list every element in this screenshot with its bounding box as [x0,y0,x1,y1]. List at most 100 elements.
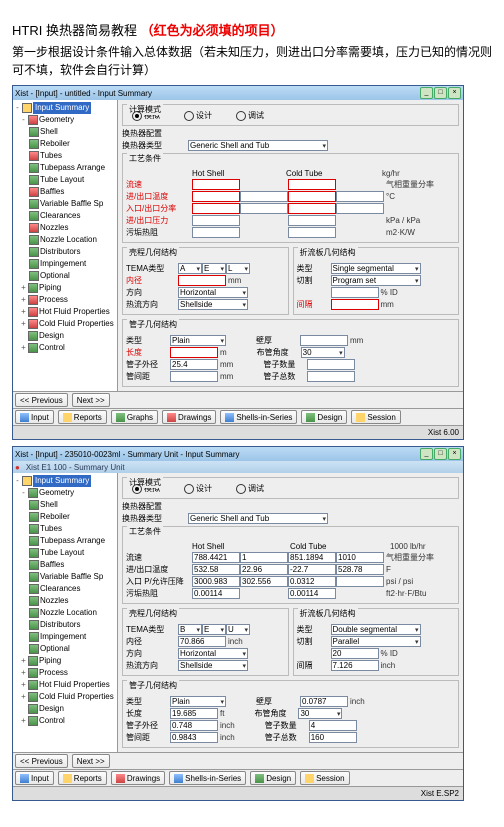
tree-item[interactable]: Control [39,342,65,354]
tree-item[interactable]: Impingement [40,631,86,643]
inp[interactable] [192,203,240,214]
baffle-pct[interactable]: 20 [331,648,379,659]
tree-item[interactable]: Variable Baffle Sp [40,571,103,583]
tube-od[interactable]: 0.748 [170,720,218,731]
tab-drawings[interactable]: Drawings [162,410,216,424]
mode-debug-radio[interactable] [236,484,246,494]
inp[interactable] [288,215,336,226]
id-input[interactable] [178,275,226,286]
tree-item[interactable]: Nozzle Location [40,234,97,246]
layout[interactable]: 30 [298,708,342,719]
tab-design[interactable]: Design [301,410,347,424]
inp[interactable] [336,191,384,202]
mode-rating-radio[interactable] [132,111,142,121]
next-button[interactable]: Next >> [72,393,110,407]
inp[interactable] [336,576,384,587]
inp[interactable] [288,227,336,238]
next-button[interactable]: Next >> [72,754,110,768]
tree-item[interactable]: Cold Fluid Properties [39,691,114,703]
inp[interactable]: 0.0312 [288,576,336,587]
tree-item[interactable]: Optional [40,270,70,282]
hotfluid-select[interactable]: Shellside [178,660,248,671]
id-input[interactable]: 70.866 [178,636,226,647]
tree-item[interactable]: Baffles [40,186,64,198]
baffle-cut[interactable]: Parallel [331,636,421,647]
tema-b[interactable]: E [202,263,226,274]
tree-item[interactable]: Geometry [39,487,74,499]
min-icon[interactable]: _ [420,448,433,460]
tube-pitch2[interactable] [170,371,218,382]
tube-pitch[interactable] [300,335,348,346]
tree-input-summary[interactable]: Input Summary [33,102,91,114]
tube-pass[interactable]: 160 [309,732,357,743]
tree-item[interactable]: Hot Fluid Properties [39,306,110,318]
tree-item[interactable]: Process [39,294,68,306]
tree-item[interactable]: Nozzle Location [40,607,97,619]
tab-input[interactable]: Input [15,410,54,424]
tree-item[interactable]: Clearances [40,583,80,595]
tree-item[interactable]: Clearances [40,210,80,222]
orient-select[interactable]: Horizontal [178,287,248,298]
baffle-pct[interactable] [331,287,379,298]
tree-item[interactable]: Impingement [40,258,86,270]
tube-count[interactable]: 4 [309,720,357,731]
inp[interactable]: 788.4421 [192,552,240,563]
tree-input-summary[interactable]: Input Summary [33,475,91,487]
prev-button[interactable]: << Previous [15,754,68,768]
inp[interactable] [240,191,288,202]
baffle-int[interactable] [331,299,379,310]
tree-item[interactable]: Control [39,715,65,727]
tree-item[interactable]: Distributors [40,246,80,258]
inp[interactable]: 528.78 [336,564,384,575]
baffle-type[interactable]: Double segmental [331,624,421,635]
max-icon[interactable]: □ [434,448,447,460]
tree-item[interactable]: Tubepass Arrange [40,162,105,174]
tree-item[interactable]: Nozzles [40,222,68,234]
mode-design-radio[interactable] [184,484,194,494]
tree-item[interactable]: Baffles [40,559,64,571]
tree-item[interactable]: Design [39,703,64,715]
tree-item[interactable]: Cold Fluid Properties [39,318,114,330]
orient-select[interactable]: Horizontal [178,648,248,659]
tab-design[interactable]: Design [250,771,296,785]
tree-item[interactable]: Piping [39,655,61,667]
min-icon[interactable]: _ [420,87,433,99]
tube-type[interactable]: Plain [170,696,226,707]
inp[interactable]: 0.00114 [192,588,240,599]
prev-button[interactable]: << Previous [15,393,68,407]
inp[interactable]: 302.556 [240,576,288,587]
tube-type[interactable]: Plain [170,335,226,346]
tema-c[interactable]: U [226,624,250,635]
tab-shells[interactable]: Shells-in-Series [220,410,297,424]
tree-item[interactable]: Distributors [40,619,80,631]
tree-item[interactable]: Reboiler [40,138,70,150]
inp[interactable] [336,203,384,214]
inp[interactable] [192,227,240,238]
flow-cold-input[interactable] [288,179,336,190]
tube-pitch[interactable]: 0.0787 [300,696,348,707]
tree-item[interactable]: Reboiler [40,511,70,523]
inp[interactable]: 532.58 [192,564,240,575]
hotfluid-select[interactable]: Shellside [178,299,248,310]
inp[interactable] [192,191,240,202]
hx-type-select[interactable]: Generic Shell and Tub [188,513,328,524]
tree-item[interactable]: Hot Fluid Properties [39,679,110,691]
close-icon[interactable]: × [448,448,461,460]
tube-len[interactable]: 19.685 [170,708,218,719]
tree-item[interactable]: Tubepass Arrange [40,535,105,547]
inp[interactable] [288,191,336,202]
flow-hot-input[interactable] [192,179,240,190]
inp[interactable]: 1010 [336,552,384,563]
nav-tree[interactable]: -Input Summary -Geometry Shell Reboiler … [13,100,118,391]
tab-reports[interactable]: Reports [58,771,107,785]
inp[interactable]: -22.7 [288,564,336,575]
hx-type-select[interactable]: Generic Shell and Tub [188,140,328,151]
inp[interactable]: 0.00114 [288,588,336,599]
baffle-cut[interactable]: Program set [331,275,421,286]
tree-item[interactable]: Process [39,667,68,679]
mode-design-radio[interactable] [184,111,194,121]
baffle-int[interactable]: 7.126 [331,660,379,671]
tab-graphs[interactable]: Graphs [111,410,158,424]
nav-tree[interactable]: -Input Summary -Geometry Shell Reboiler … [13,473,118,752]
tab-input[interactable]: Input [15,771,54,785]
